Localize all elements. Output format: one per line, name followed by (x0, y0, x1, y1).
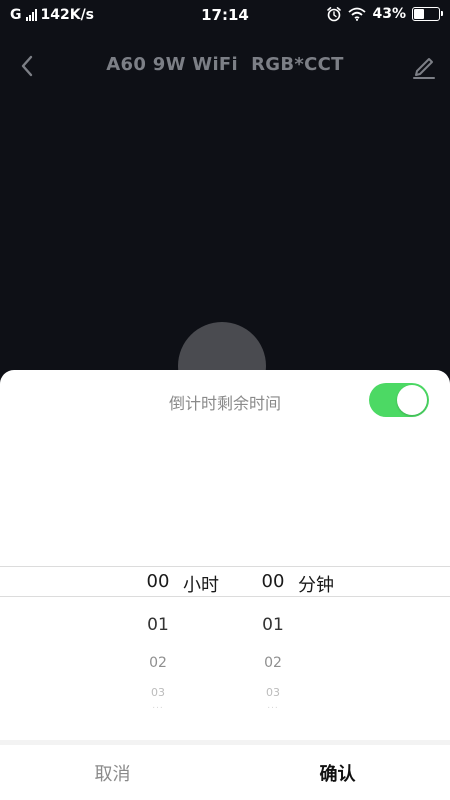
hour-option: ... (152, 701, 164, 711)
toggle-knob (397, 385, 427, 415)
battery-fill (414, 9, 424, 19)
page-title: A60 9W WiFi RGB*CCT (106, 54, 344, 75)
time-picker: 00 01 02 03 ... 小时 00 01 02 03 ... 分钟 (0, 565, 450, 715)
status-bar: G 142K/s 17:14 43% (0, 0, 450, 32)
minute-option: ... (267, 701, 279, 711)
minute-unit-label: 分钟 (298, 575, 334, 596)
cancel-button[interactable]: 取消 (0, 745, 225, 800)
minute-option: 02 (264, 655, 282, 671)
minute-option: 03 (266, 686, 280, 699)
battery-icon (412, 7, 443, 21)
status-right: 43% (326, 6, 443, 22)
edit-pencil-icon (413, 58, 435, 79)
minute-option: 01 (262, 615, 284, 635)
battery-percent: 43% (372, 6, 406, 22)
wifi-icon (348, 7, 367, 21)
alarm-icon (327, 7, 342, 22)
minute-option: 00 (261, 571, 285, 592)
hour-option: 03 (151, 686, 165, 699)
nav-header: A60 9W WiFi RGB*CCT (0, 42, 450, 90)
hour-option: 01 (147, 615, 169, 635)
confirm-button[interactable]: 确认 (225, 745, 450, 800)
hour-unit-label: 小时 (183, 575, 219, 596)
sheet-footer: 取消 确认 (0, 740, 450, 800)
edit-button[interactable] (408, 50, 440, 82)
hour-option: 02 (149, 655, 167, 671)
countdown-sheet: 倒计时剩余时间 00 01 02 03 ... 小时 00 01 02 03 .… (0, 370, 450, 800)
picker-selection-band (0, 566, 450, 597)
hour-option: 00 (146, 571, 170, 592)
countdown-toggle[interactable] (369, 383, 429, 417)
